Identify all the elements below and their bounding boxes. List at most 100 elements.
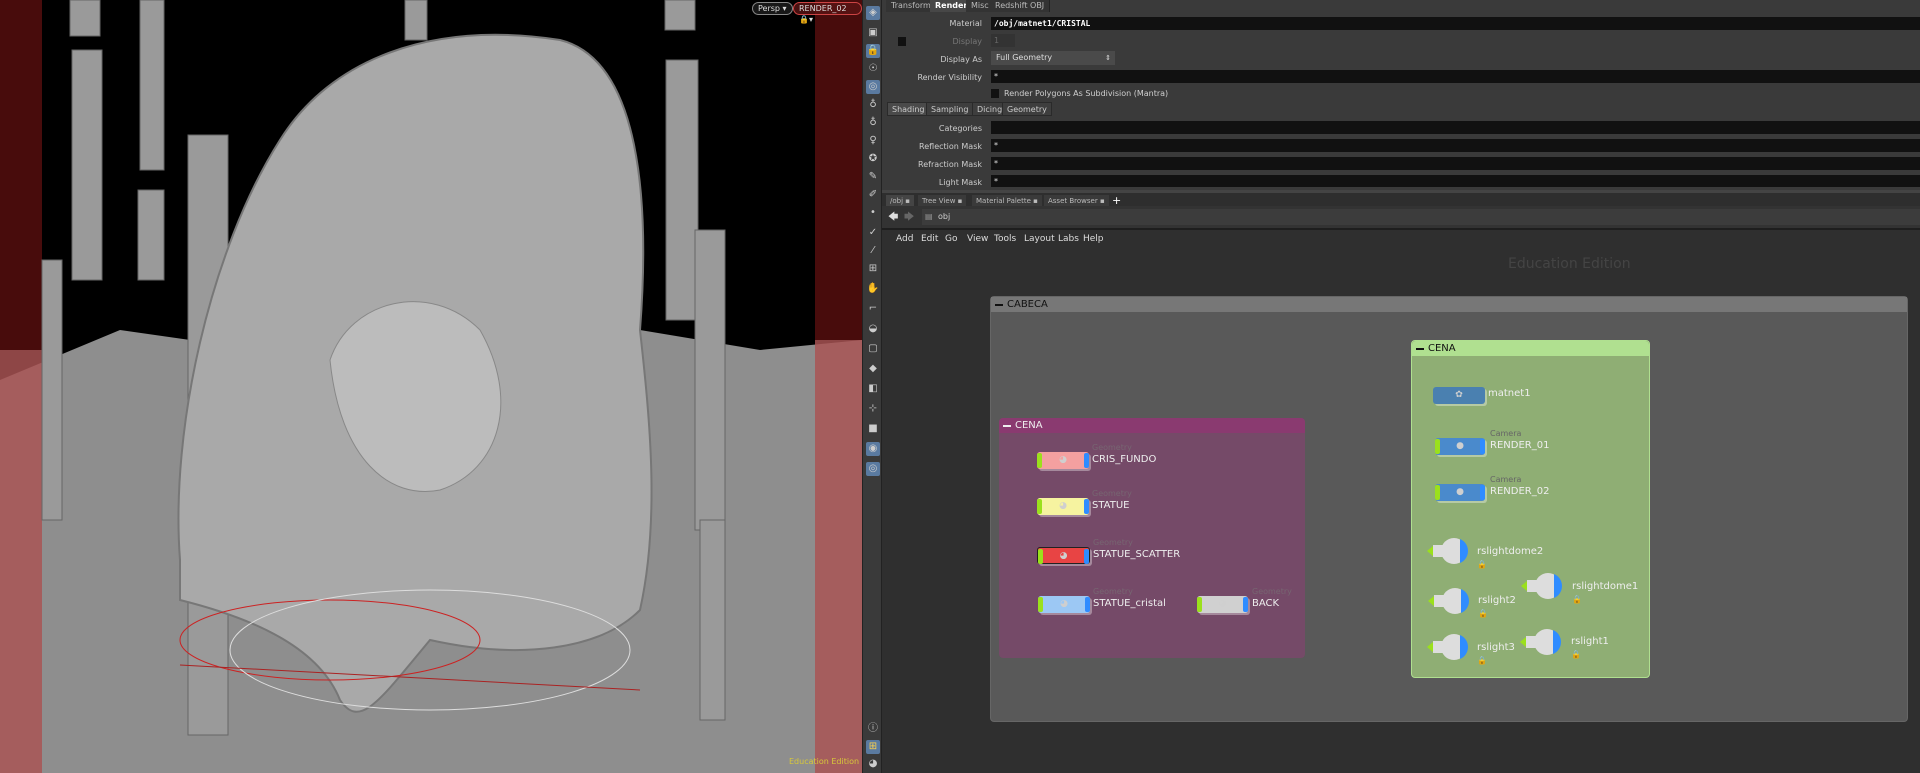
node-type: Geometry [1093, 538, 1133, 547]
pane-tab-material-label: Material Palette [976, 197, 1031, 205]
network-box-cena-purple-title: CENA [999, 418, 1305, 433]
menu-add[interactable]: Add [896, 234, 913, 244]
lock-icon: 🔒 [1477, 560, 1487, 569]
subdiv-label: Render Polygons As Subdivision (Mantra) [1004, 89, 1169, 98]
node-rslight1[interactable] [1520, 628, 1562, 656]
camera-icon[interactable]: ◉ [866, 442, 880, 456]
group-icon[interactable]: ⊞ [866, 262, 880, 276]
node-rslightdome2[interactable] [1427, 537, 1469, 565]
menu-view[interactable]: View [967, 234, 988, 244]
lock-icon[interactable]: 🔒 [866, 44, 880, 58]
pen-icon[interactable]: ✓ [866, 226, 880, 240]
camera-menu[interactable]: Persp ▾ [752, 2, 793, 15]
categories-field[interactable] [991, 121, 1920, 134]
brush-icon[interactable]: ✎ [866, 170, 880, 184]
menu-help[interactable]: Help [1083, 234, 1104, 244]
forward-arrow-icon[interactable]: 🡆 [904, 210, 914, 227]
light-mask-field[interactable]: * [991, 175, 1920, 187]
view-icon[interactable]: ◎ [866, 462, 880, 476]
display-field[interactable]: 1 [991, 34, 1015, 47]
ruler-icon[interactable]: ⌐ [866, 302, 880, 316]
select-icon[interactable]: ◈ [866, 6, 880, 20]
transform-icon[interactable]: ▣ [866, 26, 880, 40]
display-label: Display [952, 37, 983, 46]
reflection-mask-field[interactable]: * [991, 139, 1920, 152]
subdiv-checkbox[interactable] [991, 89, 999, 98]
render-camera-label: RENDER_02 [799, 4, 847, 13]
hand-icon[interactable]: ✋ [866, 282, 880, 296]
3d-viewport[interactable]: Persp ▾ RENDER_02 🔒▾ Education Edition [0, 0, 862, 773]
node-label: STATUE_SCATTER [1093, 549, 1181, 560]
node-render-02[interactable]: ● [1435, 484, 1485, 501]
subtab-shading[interactable]: Shading [887, 102, 930, 116]
paint-icon[interactable]: ✐ [866, 188, 880, 202]
render-icon[interactable]: ✪ [866, 152, 880, 166]
node-matnet1[interactable]: ✿ [1433, 387, 1485, 404]
geometry-icon: ◕ [1060, 599, 1068, 609]
snap-icon[interactable]: ◎ [866, 80, 880, 94]
light-icon-2[interactable]: ♁ [866, 116, 880, 130]
axis-icon[interactable]: ⊹ [866, 402, 880, 416]
light-mask-label: Light Mask [938, 178, 982, 187]
node-statue-cristal[interactable]: ◕ [1038, 596, 1090, 613]
node-cris-fundo[interactable]: ◕ [1037, 452, 1089, 469]
material-network-icon: ✿ [1455, 390, 1463, 400]
reflection-mask-label: Reflection Mask [919, 142, 982, 151]
node-label: CRIS_FUNDO [1092, 454, 1157, 465]
grid-icon[interactable]: ⊞ [866, 740, 880, 754]
network-menu-bar: Add Edit Go View Tools Layout Labs Help [882, 228, 1920, 248]
viewport-scene [0, 0, 862, 773]
light-bulb-icon [1428, 588, 1469, 614]
eye-icon[interactable]: ◕ [866, 757, 880, 771]
square-icon[interactable]: ■ [866, 422, 880, 436]
node-back[interactable]: ◕ [1197, 596, 1248, 613]
refraction-mask-field[interactable]: * [991, 157, 1920, 170]
menu-go[interactable]: Go [945, 234, 957, 244]
subtab-geometry[interactable]: Geometry [1002, 102, 1052, 116]
path-field[interactable]: ▤ obj [922, 209, 1920, 225]
material-label: Material [949, 19, 983, 28]
node-rslight3[interactable] [1427, 633, 1469, 661]
parameter-panel: Transform Render Misc Redshift OBJ Mater… [882, 0, 1920, 190]
node-label: BACK [1252, 598, 1280, 609]
node-statue[interactable]: ◕ [1037, 498, 1089, 515]
menu-tools[interactable]: Tools [994, 234, 1016, 244]
pose-icon[interactable]: ♀ [866, 134, 880, 148]
pane-tab-obj-label: /obj [890, 197, 904, 205]
light-bulb-icon [1521, 573, 1562, 599]
display-as-select[interactable]: Full Geometry ⇕ [991, 51, 1115, 65]
node-type: Camera [1490, 475, 1522, 484]
render-visibility-label: Render Visibility [917, 73, 982, 82]
knife-icon[interactable]: ⁄ [866, 244, 880, 258]
display-as-value: Full Geometry [996, 53, 1053, 62]
node-label: rslight2 [1478, 595, 1516, 606]
cube-icon[interactable]: ◆ [866, 362, 880, 376]
info-icon[interactable]: ⓘ [866, 722, 880, 736]
box-icon[interactable]: ▢ [866, 342, 880, 356]
camera-icon: ● [1456, 441, 1464, 451]
light-icon[interactable]: ♁ [866, 98, 880, 112]
render-visibility-field[interactable]: * [991, 70, 1920, 83]
node-rslightdome1[interactable] [1521, 572, 1563, 600]
node-statue-scatter[interactable]: ◕ [1037, 547, 1090, 564]
dot-icon[interactable]: • [866, 206, 880, 220]
node-rslight2[interactable] [1428, 587, 1470, 615]
refraction-mask-label: Refraction Mask [918, 160, 982, 169]
menu-edit[interactable]: Edit [921, 234, 938, 244]
sculpt-icon[interactable]: ◒ [866, 322, 880, 336]
lock-icon: 🔒 [1571, 650, 1581, 659]
node-type: Camera [1490, 429, 1522, 438]
node-label: STATUE_cristal [1093, 598, 1166, 609]
subtab-sampling[interactable]: Sampling [926, 102, 974, 116]
node-render-01[interactable]: ● [1435, 438, 1485, 455]
handle-icon[interactable]: ☉ [866, 62, 880, 76]
node-type: Geometry [1092, 443, 1132, 452]
node-type: Geometry [1092, 489, 1132, 498]
menu-labs[interactable]: Labs [1058, 234, 1079, 244]
tab-redshift-obj[interactable]: Redshift OBJ [990, 0, 1051, 12]
back-arrow-icon[interactable]: 🡄 [888, 210, 898, 227]
render-camera-menu[interactable]: RENDER_02 🔒▾ [793, 2, 862, 24]
menu-layout[interactable]: Layout [1024, 234, 1055, 244]
ortho-icon[interactable]: ◧ [866, 382, 880, 396]
material-field[interactable]: /obj/matnet1/CRISTAL [991, 17, 1920, 30]
